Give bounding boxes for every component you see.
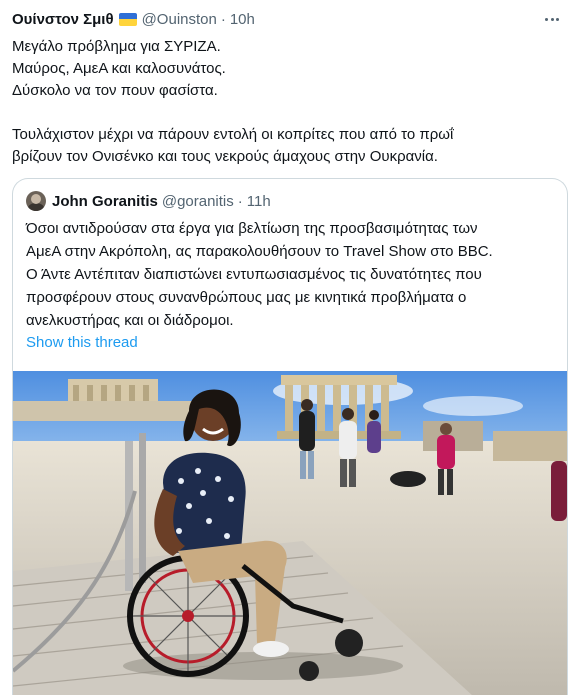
quoted-text-line: προσφέρουν στους συνανθρώπους μας με κιν… [26,289,467,306]
more-options-icon[interactable] [542,10,562,28]
acropolis-wheelchair-photo [13,371,567,695]
tweet[interactable]: Ουίνστον Σμιθ @Ouinston · 10h Μεγάλο πρό… [0,0,574,695]
tweet-text-line: Μαύρος, ΑμεΑ και καλοσυνάτος. [12,60,226,77]
quoted-tweet[interactable]: John Goranitis @goranitis · 11h Όσοι αντ… [12,178,568,695]
quoted-author-handle[interactable]: @goranitis [162,193,234,210]
quoted-text-line: Ο Άντε Αντέπιταν διαπιστώνει εντυπωσιασμ… [26,266,482,283]
tweet-timestamp[interactable]: 10h [230,11,255,28]
author-handle[interactable]: @Ouinston [142,11,217,28]
tweet-text-line: βρίζουν τον Ονισένκο και τους νεκρούς άμ… [12,148,438,165]
author-name[interactable]: Ουίνστον Σμιθ [12,11,114,28]
quoted-text-line: Όσοι αντιδρούσαν στα έργα για βελτίωση τ… [26,220,478,237]
tweet-text-line: Δύσκολο να τον πουν φασίστα. [12,82,218,99]
quoted-timestamp[interactable]: 11h [247,193,271,210]
tweet-text-line: Μεγάλο πρόβλημα για ΣΥΡΙΖΑ. [12,38,221,55]
tweet-photo[interactable] [13,371,567,695]
avatar[interactable] [26,191,46,211]
tweet-text: Μεγάλο πρόβλημα για ΣΥΡΙΖΑ. Μαύρος, ΑμεΑ… [12,36,560,168]
quoted-text-line: ΑμεΑ στην Ακρόπολη, ας παρακολουθήσουν τ… [26,243,493,260]
separator-dot: · [237,192,243,210]
ukraine-flag-icon [118,12,137,26]
tweet-text-line: Τουλάχιστον μέχρι να πάρουν εντολή οι κο… [12,126,454,143]
quoted-tweet-text: Όσοι αντιδρούσαν στα έργα για βελτίωση τ… [26,217,561,332]
quoted-text-line: ανελκυστήρας και οι διάδρομοι. [26,312,234,329]
quoted-tweet-header: John Goranitis @goranitis · 11h [26,191,271,211]
tweet-header: Ουίνστον Σμιθ @Ouinston · 10h [12,8,562,30]
separator-dot: · [220,10,226,28]
quoted-author-name[interactable]: John Goranitis [52,193,158,210]
show-thread-link[interactable]: Show this thread [26,334,138,351]
